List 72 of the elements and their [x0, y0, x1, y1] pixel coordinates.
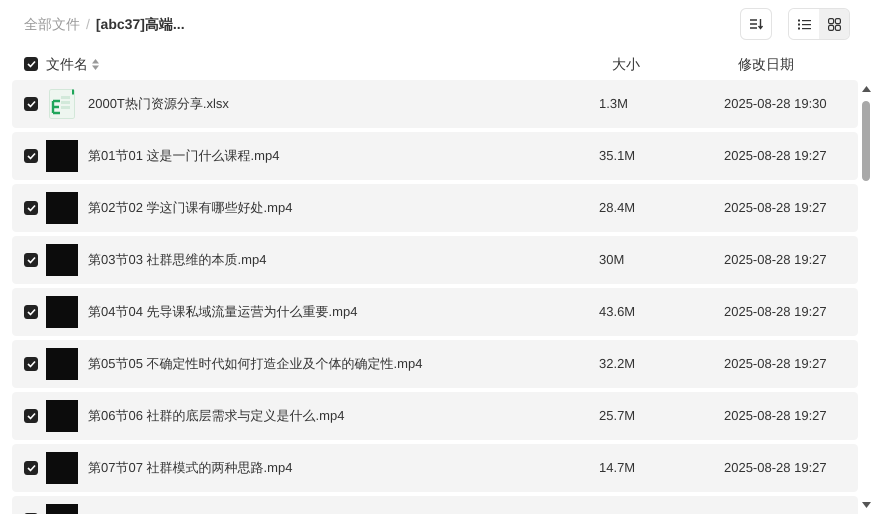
modified-date: 2025-08-28 19:27 — [724, 459, 827, 478]
file-name[interactable]: 第07节07 社群模式的两种思路.mp4 — [88, 458, 599, 478]
modified-date: 2025-08-28 19:27 — [724, 251, 827, 270]
video-thumbnail — [46, 296, 78, 328]
row-checkbox[interactable] — [24, 409, 38, 423]
scrollbar-thumb[interactable] — [862, 101, 870, 181]
file-size: 35.1M — [599, 147, 636, 166]
checkmark-icon — [26, 152, 36, 160]
file-size: 43.6M — [599, 303, 636, 322]
modified-date: 2025-08-28 19:27 — [724, 355, 827, 374]
file-size: 28.4M — [599, 199, 636, 218]
file-row[interactable]: 第03节03 社群思维的本质.mp4 30M 2025-08-28 19:27 — [12, 236, 858, 284]
row-checkbox[interactable] — [24, 357, 38, 371]
scroll-down-icon[interactable] — [862, 502, 870, 508]
checkmark-icon — [26, 360, 36, 368]
file-row[interactable]: 第06节06 社群的底层需求与定义是什么.mp4 25.7M 2025-08-28 19:27 — [12, 392, 858, 440]
breadcrumb-item[interactable]: [abc37]高端... — [96, 14, 185, 34]
file-name[interactable]: 第05节05 不确定性时代如何打造企业及个体的确定性.mp4 — [88, 354, 599, 374]
file-row[interactable]: 第04节04 先导课私域流量运营为什么重要.mp4 43.6M 2025-08-28 19:27 — [12, 288, 858, 336]
sort-icon — [749, 18, 763, 30]
file-name[interactable]: 第03节03 社群思维的本质.mp4 — [88, 250, 599, 270]
video-thumbnail — [46, 400, 78, 432]
sort-arrows-icon[interactable] — [92, 58, 99, 70]
row-checkbox[interactable] — [24, 253, 38, 267]
video-thumbnail — [46, 140, 78, 172]
file-row[interactable]: 第07节07 社群模式的两种思路.mp4 14.7M 2025-08-28 19:27 — [12, 444, 858, 492]
grid-view-button[interactable] — [819, 9, 849, 39]
spreadsheet-file-icon — [49, 89, 75, 119]
row-checkbox[interactable] — [24, 201, 38, 215]
column-header: 修改日期 — [738, 54, 795, 74]
checkmark-icon — [26, 256, 36, 264]
file-name[interactable]: 第06节06 社群的底层需求与定义是什么.mp4 — [88, 406, 599, 426]
file-size: 14.7M — [599, 459, 636, 478]
list-icon — [798, 18, 810, 30]
file-name[interactable]: 2000T热门资源分享.xlsx — [88, 94, 599, 114]
checkmark-icon — [26, 100, 36, 108]
grid-icon — [828, 18, 840, 30]
modified-date: 2025-08-28 19:27 — [724, 147, 827, 166]
video-thumbnail — [46, 244, 78, 276]
checkmark-icon — [26, 308, 36, 316]
file-row[interactable]: 第05节05 不确定性时代如何打造企业及个体的确定性.mp4 32.2M 2025-08-28 19:27 — [12, 340, 858, 388]
column-header[interactable]: 文件名 — [46, 54, 88, 74]
video-thumbnail — [46, 192, 78, 224]
row-checkbox[interactable] — [24, 305, 38, 319]
modified-date: 2025-08-28 19:27 — [724, 199, 827, 218]
scroll-up-icon[interactable] — [862, 86, 870, 92]
row-checkbox[interactable] — [24, 149, 38, 163]
video-thumbnail — [46, 452, 78, 484]
file-row[interactable]: 第02节02 学这门课有哪些好处.mp4 28.4M 2025-08-28 19:27 — [12, 184, 858, 232]
checkmark-icon — [26, 464, 36, 472]
file-size: 25.7M — [599, 407, 636, 426]
file-row[interactable]: 2000T热门资源分享.xlsx 1.3M 2025-08-28 19:30 — [12, 80, 858, 128]
file-row[interactable]: 第01节01 这是一门什么课程.mp4 35.1M 2025-08-28 19:27 — [12, 132, 858, 180]
modified-date: 2025-08-28 19:30 — [724, 95, 827, 114]
file-size: 32.2M — [599, 355, 636, 374]
modified-date: 2025-08-28 19:27 — [724, 303, 827, 322]
file-name[interactable]: 第02节02 学这门课有哪些好处.mp4 — [88, 198, 599, 218]
row-checkbox[interactable] — [24, 461, 38, 475]
select-all-checkbox[interactable] — [24, 57, 38, 71]
file-size: 1.3M — [599, 95, 629, 114]
sort-button[interactable] — [740, 8, 772, 40]
checkmark-icon — [26, 60, 36, 68]
modified-date: 2025-08-28 19:27 — [724, 407, 827, 426]
column-header: 大小 — [612, 54, 641, 74]
breadcrumb-separator: / — [86, 14, 90, 34]
file-size: 30M — [599, 251, 626, 270]
checkmark-icon — [26, 204, 36, 212]
row-checkbox[interactable] — [24, 97, 38, 111]
checkmark-icon — [26, 412, 36, 420]
file-name[interactable]: 第01节01 这是一门什么课程.mp4 — [88, 146, 599, 166]
video-thumbnail — [46, 348, 78, 380]
file-name[interactable]: 第04节04 先导课私域流量运营为什么重要.mp4 — [88, 302, 599, 322]
